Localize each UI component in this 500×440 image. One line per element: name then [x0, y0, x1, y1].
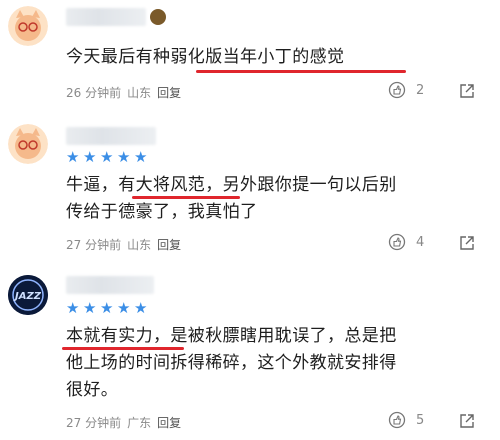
like-count: 5	[416, 412, 425, 428]
red-underline-annotation	[132, 196, 240, 199]
avatar[interactable]	[8, 124, 48, 164]
share-button[interactable]	[458, 82, 476, 100]
star-icon: ★	[134, 299, 148, 317]
username-blurred[interactable]	[66, 276, 154, 294]
share-arrow-icon	[460, 84, 474, 98]
share-button[interactable]	[458, 234, 476, 252]
rating-stars: ★ ★ ★ ★ ★	[66, 148, 149, 166]
comment-location: 山东	[127, 86, 152, 100]
thumbs-up-circle-icon	[388, 81, 406, 99]
star-icon: ★	[117, 299, 131, 317]
comment-meta: 27 分钟前 广东 回复	[66, 414, 181, 431]
comment-time: 26 分钟前	[66, 86, 122, 100]
avatar[interactable]	[8, 6, 48, 46]
share-button[interactable]	[458, 412, 476, 430]
svg-text:JAZZ: JAZZ	[13, 291, 42, 302]
comment-text: 今天最后有种弱化版当年小丁的感觉	[66, 47, 345, 67]
like-button[interactable]: 5	[388, 411, 424, 429]
comment-meta: 27 分钟前 山东 回复	[66, 236, 181, 253]
like-count: 4	[416, 234, 425, 250]
comment-location: 山东	[127, 238, 152, 252]
star-icon: ★	[100, 299, 114, 317]
comment-location: 广东	[127, 416, 152, 430]
like-button[interactable]: 2	[388, 81, 424, 99]
reply-button[interactable]: 回复	[157, 236, 181, 253]
share-arrow-icon	[460, 236, 474, 250]
avatar[interactable]: JAZZ	[8, 275, 48, 315]
comment-text: 本就有实力，是被秋膘瞎用耽误了，总是把 他上场的时间拆得稀碎，这个外教就安排得 …	[66, 326, 397, 400]
star-icon: ★	[66, 299, 80, 317]
user-badge-icon	[150, 9, 166, 25]
comment-meta: 26 分钟前 山东 回复	[66, 84, 181, 101]
star-icon: ★	[134, 148, 148, 166]
rating-stars: ★ ★ ★ ★ ★	[66, 299, 149, 317]
username-blurred[interactable]	[66, 8, 146, 26]
red-underline-annotation	[62, 347, 184, 350]
like-count: 2	[416, 82, 425, 98]
star-icon: ★	[83, 299, 97, 317]
thumbs-up-circle-icon	[388, 411, 406, 429]
like-button[interactable]: 4	[388, 233, 424, 251]
username-blurred[interactable]	[66, 127, 156, 145]
comment-text: 牛逼，有大将风范，另外跟你提一句以后别 传给于德豪了，我真怕了	[66, 175, 397, 222]
reply-button[interactable]: 回复	[157, 84, 181, 101]
red-underline-annotation	[196, 70, 406, 73]
thumbs-up-circle-icon	[388, 233, 406, 251]
reply-button[interactable]: 回复	[157, 414, 181, 431]
star-icon: ★	[66, 148, 80, 166]
star-icon: ★	[100, 148, 114, 166]
share-arrow-icon	[460, 414, 474, 428]
comment-time: 27 分钟前	[66, 416, 122, 430]
star-icon: ★	[83, 148, 97, 166]
comment-time: 27 分钟前	[66, 238, 122, 252]
star-icon: ★	[117, 148, 131, 166]
